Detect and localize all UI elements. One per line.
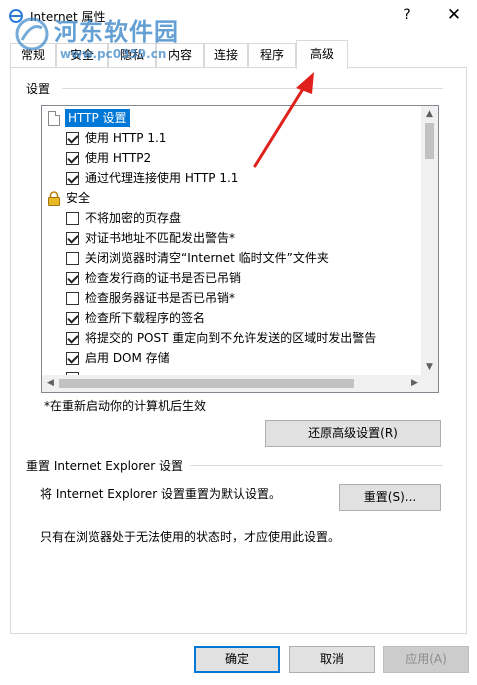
- checkbox[interactable]: [66, 132, 79, 145]
- reset-group-label: 重置 Internet Explorer 设置: [26, 457, 190, 474]
- list-item-label: 检查所下载程序的签名: [85, 311, 206, 325]
- tab-advanced[interactable]: 高级: [296, 40, 348, 69]
- document-icon: [48, 111, 60, 126]
- list-item-label: 通过代理连接使用 HTTP 1.1: [85, 171, 239, 185]
- restart-note: *在重新启动你的计算机后生效: [44, 399, 207, 413]
- checkbox[interactable]: [66, 292, 79, 305]
- checkbox[interactable]: [66, 312, 79, 325]
- settings-listbox[interactable]: HTTP 设置 使用 HTTP 1.1 使用 HTTP2 通过代理连接使用 HT…: [41, 105, 439, 393]
- list-item[interactable]: HTTP 设置: [42, 108, 422, 128]
- horizontal-scroll-thumb[interactable]: [59, 379, 354, 388]
- scroll-left-arrow-icon[interactable]: ◀: [42, 375, 59, 392]
- list-item-label: 使用 HTTP2: [85, 151, 152, 165]
- settings-group-line: [62, 88, 443, 89]
- scrollbar-corner: [421, 375, 438, 392]
- lock-icon: [48, 191, 60, 206]
- checkbox[interactable]: [66, 332, 79, 345]
- tab-content[interactable]: 内容: [156, 43, 204, 68]
- checkbox[interactable]: [66, 352, 79, 365]
- reset-note: 只有在浏览器处于无法使用的状态时，才应使用此设置。: [40, 530, 341, 544]
- scroll-up-arrow-icon[interactable]: ▲: [421, 106, 438, 123]
- settings-group-label: 设置: [26, 80, 57, 97]
- close-button[interactable]: ✕: [437, 3, 471, 27]
- list-item-label: 启用 DOM 存储: [85, 351, 170, 365]
- tab-connections[interactable]: 连接: [204, 43, 248, 68]
- cancel-button[interactable]: 取消: [289, 646, 375, 673]
- tab-security[interactable]: 安全: [56, 43, 108, 68]
- checkbox[interactable]: [66, 212, 79, 225]
- list-item-label: 关闭浏览器时清空“Internet 临时文件”文件夹: [85, 251, 329, 265]
- checkbox[interactable]: [66, 272, 79, 285]
- title-bar: Internet 属性 ? ✕: [0, 0, 477, 31]
- list-item-label: 将提交的 POST 重定向到不允许发送的区域时发出警告: [85, 331, 377, 345]
- internet-explorer-icon: [9, 9, 23, 23]
- tab-general[interactable]: 常规: [10, 43, 56, 68]
- reset-group-line: [190, 465, 443, 466]
- vertical-scroll-thumb[interactable]: [425, 123, 434, 159]
- checkbox[interactable]: [66, 172, 79, 185]
- checkbox[interactable]: [66, 232, 79, 245]
- apply-button[interactable]: 应用(A): [383, 646, 469, 673]
- restore-advanced-settings-button[interactable]: 还原高级设置(R): [265, 420, 441, 447]
- list-item-label: 不将加密的页存盘: [85, 211, 182, 225]
- list-item-label: 检查发行商的证书是否已吊销: [85, 271, 242, 285]
- list-item-label: 使用 HTTP 1.1: [85, 131, 167, 145]
- checkbox[interactable]: [66, 252, 79, 265]
- list-item-label: 安全: [66, 191, 91, 205]
- window-title: Internet 属性: [30, 10, 106, 24]
- tab-privacy[interactable]: 隐私: [108, 43, 156, 68]
- help-button[interactable]: ?: [395, 4, 419, 26]
- tab-programs[interactable]: 程序: [248, 43, 296, 68]
- list-item-label: HTTP 设置: [65, 109, 130, 127]
- checkbox[interactable]: [66, 152, 79, 165]
- ok-button[interactable]: 确定: [194, 646, 280, 673]
- list-item-label: 对证书地址不匹配发出警告*: [85, 231, 236, 245]
- reset-button[interactable]: 重置(S)...: [339, 484, 441, 511]
- scroll-down-arrow-icon[interactable]: ▼: [421, 359, 438, 376]
- reset-description: 将 Internet Explorer 设置重置为默认设置。: [40, 487, 282, 501]
- horizontal-scrollbar[interactable]: ◀ ▶: [42, 375, 423, 392]
- vertical-scrollbar[interactable]: ▲ ▼: [421, 106, 438, 376]
- list-item-label: 检查服务器证书是否已吊销*: [85, 291, 236, 305]
